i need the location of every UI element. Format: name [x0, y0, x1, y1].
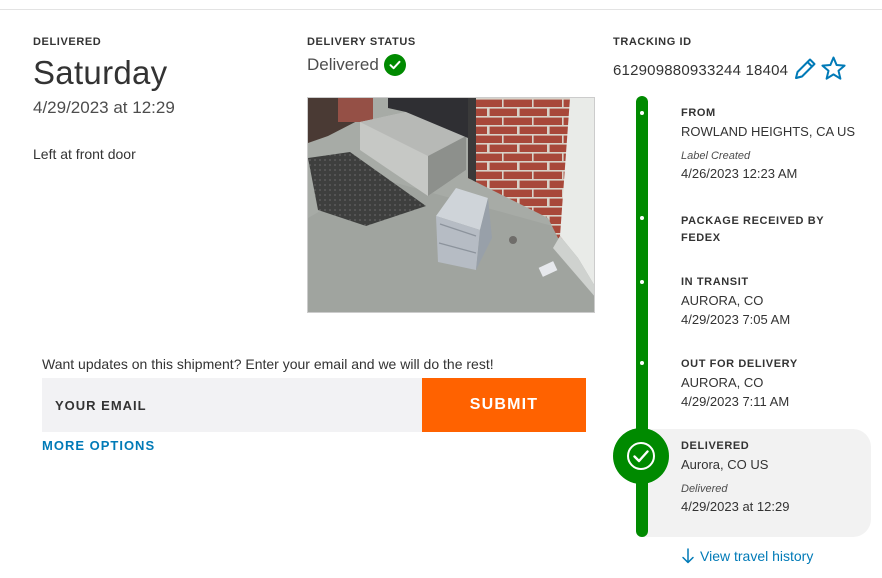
timeline-step-out-for-delivery: OUT FOR DELIVERY AURORA, CO 4/29/2023 7:…	[681, 356, 861, 411]
top-divider	[0, 9, 882, 10]
tracking-id-eyebrow: TRACKING ID	[613, 36, 692, 48]
timeline-dot	[640, 361, 644, 365]
timeline-dot	[640, 280, 644, 284]
view-travel-history-link[interactable]: View travel history	[681, 548, 813, 564]
status-row: Delivered	[307, 54, 597, 76]
timeline-step-from: FROM ROWLAND HEIGHTS, CA US Label Create…	[681, 105, 861, 183]
delivered-eyebrow: DELIVERED	[33, 36, 102, 48]
delivery-note: Left at front door	[33, 146, 136, 162]
step-note: Label Created	[681, 150, 751, 162]
step-time: 4/29/2023 7:11 AM	[681, 394, 790, 409]
step-location: Aurora, CO US	[681, 457, 769, 472]
step-title: IN TRANSIT	[681, 276, 749, 288]
step-note: Delivered	[681, 483, 728, 495]
step-title: PACKAGE RECEIVED BY FEDEX	[681, 215, 825, 244]
step-time: 4/29/2023 7:05 AM	[681, 312, 791, 327]
step-title: OUT FOR DELIVERY	[681, 358, 798, 370]
pencil-icon[interactable]	[792, 56, 818, 82]
status-text: Delivered	[307, 55, 379, 74]
step-title: FROM	[681, 107, 716, 119]
arrow-down-icon	[681, 548, 695, 564]
more-options-link[interactable]: MORE OPTIONS	[42, 438, 155, 453]
star-icon[interactable]	[820, 55, 847, 82]
timeline-step-in-transit: IN TRANSIT AURORA, CO 4/29/2023 7:05 AM	[681, 274, 861, 329]
delivery-summary: DELIVERED Saturday 4/29/2023 at 12:29 Le…	[33, 36, 283, 162]
step-title: DELIVERED	[681, 440, 750, 452]
timeline-dot	[640, 111, 644, 115]
delivery-datetime: 4/29/2023 at 12:29	[33, 98, 175, 117]
email-input[interactable]	[42, 378, 422, 432]
updates-prompt: Want updates on this shipment? Enter you…	[42, 356, 494, 372]
delivery-day: Saturday	[33, 54, 168, 91]
tracking-id-value: 612909880933244 18404	[613, 62, 789, 79]
delivery-photo[interactable]	[307, 97, 595, 313]
status-eyebrow: DELIVERY STATUS	[307, 36, 416, 48]
delivered-check-icon	[613, 428, 669, 484]
step-time: 4/29/2023 at 12:29	[681, 499, 790, 514]
timeline-step-received: PACKAGE RECEIVED BY FEDEX	[681, 213, 861, 247]
step-location: ROWLAND HEIGHTS, CA US	[681, 124, 856, 139]
timeline-step-delivered: DELIVERED Aurora, CO US Delivered 4/29/2…	[681, 438, 861, 516]
check-circle-icon	[383, 54, 406, 76]
step-location: AURORA, CO	[681, 375, 764, 390]
submit-button[interactable]: SUBMIT	[422, 378, 586, 432]
view-history-label: View travel history	[700, 548, 814, 564]
step-location: AURORA, CO	[681, 293, 764, 308]
delivery-photo-image	[308, 98, 594, 312]
timeline-dot	[640, 216, 644, 220]
step-time: 4/26/2023 12:23 AM	[681, 166, 798, 181]
delivery-status: DELIVERY STATUS Delivered	[307, 36, 597, 76]
